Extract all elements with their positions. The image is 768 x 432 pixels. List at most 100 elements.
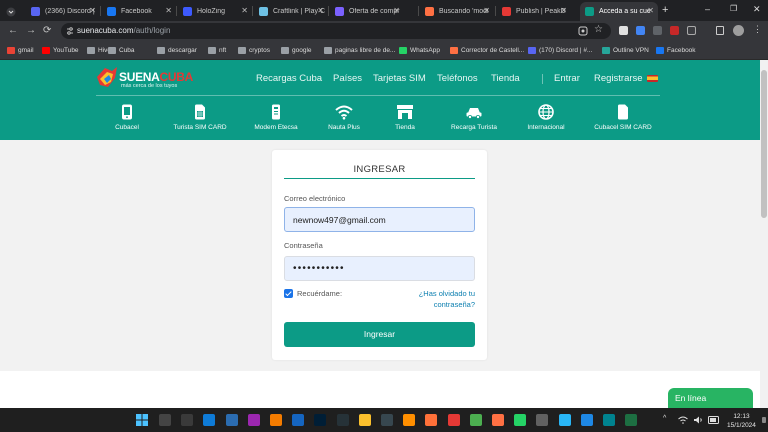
- browser-tab[interactable]: Oferta de compr ✕: [330, 2, 404, 21]
- volume-icon[interactable]: [693, 416, 703, 424]
- app-icon[interactable]: [492, 414, 504, 426]
- new-tab-button[interactable]: +: [662, 4, 668, 16]
- app-icon[interactable]: [292, 414, 305, 426]
- extension-icon[interactable]: [653, 26, 662, 35]
- bookmark-star-icon[interactable]: ☆: [594, 24, 603, 35]
- search-icon[interactable]: [159, 414, 171, 426]
- browser-tab[interactable]: (2366) Discord | ✕: [26, 2, 100, 21]
- tab-search-button[interactable]: [6, 2, 18, 21]
- extension-icon[interactable]: [670, 26, 679, 35]
- nav-tarjetas-sim[interactable]: Tarjetas SIM: [373, 73, 426, 84]
- category-cubacel-sim-card[interactable]: Cubacel SIM CARD: [590, 104, 656, 131]
- menu-icon[interactable]: ⋮: [753, 24, 762, 35]
- extension-icon[interactable]: [619, 26, 628, 35]
- spanish-flag-icon[interactable]: [647, 75, 658, 82]
- nav-recargas-cuba[interactable]: Recargas Cuba: [256, 73, 322, 84]
- app-icon[interactable]: [580, 414, 593, 426]
- login-submit-button[interactable]: Ingresar: [284, 322, 475, 347]
- suenacuba-logo-icon[interactable]: [95, 65, 120, 90]
- app-icon[interactable]: [336, 414, 349, 426]
- tab-close-icon[interactable]: ✕: [483, 6, 490, 15]
- remember-checkbox[interactable]: [284, 289, 293, 298]
- forward-icon[interactable]: →: [26, 25, 36, 37]
- tab-close-icon[interactable]: ✕: [241, 6, 248, 15]
- photoshop-icon[interactable]: [314, 414, 327, 426]
- forgot-password-link[interactable]: ¿Has olvidado tu contraseña?: [403, 288, 475, 310]
- page-scrollbar[interactable]: [760, 60, 768, 408]
- logo-text[interactable]: SUENACUBA: [119, 70, 193, 84]
- minimize-button[interactable]: –: [705, 4, 710, 14]
- nav-telefonos[interactable]: Teléfonos: [437, 73, 478, 84]
- bookmark-item[interactable]: WhatsApp: [399, 45, 440, 56]
- bookmark-item[interactable]: Corrector de Castell...: [450, 45, 524, 56]
- password-field[interactable]: [284, 256, 475, 281]
- bookmark-item[interactable]: (170) Discord | #...: [528, 45, 592, 56]
- bookmark-item[interactable]: google: [281, 45, 312, 56]
- vlc-icon[interactable]: [403, 414, 416, 426]
- app-icon[interactable]: [270, 414, 282, 426]
- category-modem-etecsa[interactable]: Modem Etecsa: [250, 104, 302, 131]
- nav-entrar[interactable]: Entrar: [554, 73, 580, 84]
- browser-tab[interactable]: Facebook ✕: [102, 2, 176, 21]
- excel-icon[interactable]: [625, 414, 638, 426]
- bookmark-item[interactable]: YouTube: [42, 45, 79, 56]
- tab-close-icon[interactable]: ✕: [89, 6, 96, 15]
- scrollbar-thumb[interactable]: [761, 70, 767, 218]
- category-tienda[interactable]: Tienda: [388, 104, 422, 131]
- whatsapp-icon[interactable]: [514, 414, 527, 426]
- category-nauta-plus[interactable]: Nauta Plus: [324, 104, 364, 131]
- tab-close-icon[interactable]: ✕: [165, 6, 172, 15]
- app-icon[interactable]: [603, 414, 615, 426]
- app-icon[interactable]: [447, 414, 460, 426]
- firefox-icon[interactable]: [425, 414, 438, 426]
- nav-paises[interactable]: Países: [333, 73, 362, 84]
- nav-registrarse[interactable]: Registrarse: [594, 73, 643, 84]
- bookmark-item[interactable]: Cuba: [108, 45, 135, 56]
- profile-avatar[interactable]: [733, 25, 744, 36]
- tray-chevron-icon[interactable]: ^: [663, 415, 666, 422]
- restore-button[interactable]: ❐: [730, 4, 737, 13]
- chrome-icon[interactable]: [469, 414, 482, 426]
- category-internacional[interactable]: Internacional: [522, 104, 570, 131]
- wifi-icon[interactable]: [678, 416, 688, 424]
- side-panel-icon[interactable]: [716, 26, 724, 35]
- site-info-icon[interactable]: [66, 27, 74, 35]
- category-cubacel[interactable]: Cubacel: [110, 104, 144, 131]
- tab-close-icon[interactable]: ✕: [317, 6, 324, 15]
- bookmark-item[interactable]: Facebook: [656, 45, 696, 56]
- bookmark-item[interactable]: gmail: [7, 45, 34, 56]
- app-icon[interactable]: [536, 414, 549, 426]
- extensions-puzzle-icon[interactable]: [687, 26, 696, 35]
- telegram-icon[interactable]: [558, 414, 571, 426]
- windows-start-icon[interactable]: [136, 414, 148, 426]
- browser-tab[interactable]: Publish | PeakD ✕: [497, 2, 571, 21]
- translate-icon[interactable]: [636, 26, 645, 35]
- bookmark-item[interactable]: descargar: [157, 45, 197, 56]
- browser-tab[interactable]: Acceda a su cue ✕: [580, 2, 658, 21]
- tab-close-icon[interactable]: ✕: [647, 6, 654, 15]
- category-recarga-turista[interactable]: Recarga Turista: [444, 104, 504, 131]
- tab-close-icon[interactable]: ✕: [393, 6, 400, 15]
- browser-tab[interactable]: Buscando 'modi ✕: [420, 2, 494, 21]
- browser-tab[interactable]: Craftlink | Play C ✕: [254, 2, 328, 21]
- app-icon[interactable]: [358, 414, 371, 426]
- edge-icon[interactable]: [203, 414, 216, 426]
- browser-tab[interactable]: HoloZing ✕: [178, 2, 252, 21]
- bookmark-item[interactable]: cryptos: [238, 45, 270, 56]
- notification-icon[interactable]: [762, 417, 766, 423]
- system-clock[interactable]: 12:13 15/1/2024: [727, 412, 756, 430]
- google-lens-icon[interactable]: [578, 26, 588, 36]
- email-field[interactable]: [284, 207, 475, 232]
- app-icon[interactable]: [247, 414, 260, 426]
- close-window-button[interactable]: ✕: [753, 4, 761, 15]
- tab-close-icon[interactable]: ✕: [560, 6, 567, 15]
- bookmark-item[interactable]: Outline VPN: [602, 45, 649, 56]
- category-turista-sim-card[interactable]: Turista SIM CARD: [170, 104, 230, 131]
- nav-tienda[interactable]: Tienda: [491, 73, 520, 84]
- app-icon[interactable]: [225, 414, 238, 426]
- reload-icon[interactable]: ⟳: [43, 25, 51, 37]
- chat-online-button[interactable]: En línea: [668, 388, 753, 408]
- app-icon[interactable]: [381, 414, 393, 426]
- battery-icon[interactable]: [708, 416, 720, 424]
- bookmark-item[interactable]: nft: [208, 45, 226, 56]
